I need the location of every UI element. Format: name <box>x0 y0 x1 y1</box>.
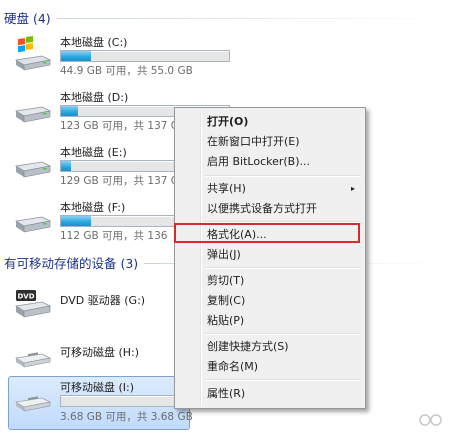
section-divider <box>56 17 444 19</box>
menu-item-cut[interactable]: 剪切(T) <box>203 271 361 291</box>
menu-item-open[interactable]: 打开(O) <box>203 112 361 132</box>
free-space-text: 3.68 GB 可用，共 3.68 GB <box>60 411 193 423</box>
windows-drive-icon <box>14 36 52 71</box>
capacity-fill <box>61 106 78 116</box>
free-space-text: 44.9 GB 可用，共 55.0 GB <box>60 65 193 77</box>
hard-drive-icon <box>14 216 52 233</box>
drive-name: 本地磁盘 (E:) <box>60 146 127 159</box>
menu-separator <box>205 379 361 381</box>
menu-item-create-shortcut[interactable]: 创建快捷方式(S) <box>203 337 361 357</box>
drive-name: 可移动磁盘 (H:) <box>60 346 140 359</box>
drive-c[interactable]: 本地磁盘 (C:) 44.9 GB 可用，共 55.0 GB <box>12 32 242 80</box>
drive-name: DVD 驱动器 (G:) <box>60 294 146 307</box>
drive-name: 本地磁盘 (F:) <box>60 201 126 214</box>
drive-name: 本地磁盘 (C:) <box>60 36 128 49</box>
capacity-fill <box>61 216 92 226</box>
menu-item-share[interactable]: 共享(H) ▸ <box>203 179 361 199</box>
context-menu: 打开(O) 在新窗口中打开(E) 启用 BitLocker(B)... 共享(H… <box>174 107 366 409</box>
submenu-arrow-icon: ▸ <box>350 184 355 193</box>
menu-separator <box>205 221 361 223</box>
hard-disks-header[interactable]: 硬盘 (4) <box>4 6 444 28</box>
capacity-fill <box>61 51 92 61</box>
menu-separator <box>205 175 361 177</box>
menu-item-open-new-window[interactable]: 在新窗口中打开(E) <box>203 132 361 152</box>
free-space-text: 123 GB 可用，共 137 G <box>60 120 179 132</box>
menu-item-rename[interactable]: 重命名(M) <box>203 357 361 377</box>
capacity-fill <box>61 161 72 171</box>
menu-item-bitlocker[interactable]: 启用 BitLocker(B)... <box>203 152 361 172</box>
menu-separator <box>205 333 361 335</box>
menu-gutter <box>200 110 202 406</box>
dvd-badge-text: DVD <box>17 293 34 301</box>
hard-drive-icon <box>14 106 52 123</box>
dvd-drive-icon: DVD <box>14 290 52 318</box>
hard-disks-title: 硬盘 (4) <box>4 10 51 26</box>
menu-item-label: 共享(H) <box>207 182 246 195</box>
menu-item-open-as-portable[interactable]: 以便携式设备方式打开 <box>203 199 361 219</box>
menu-item-paste[interactable]: 粘贴(P) <box>203 311 361 331</box>
removable-drive-icon <box>14 396 52 412</box>
capacity-bar <box>60 50 230 62</box>
menu-item-copy[interactable]: 复制(C) <box>203 291 361 311</box>
watermark-logo <box>419 414 442 426</box>
free-space-text: 112 GB 可用，共 136 <box>60 230 168 242</box>
free-space-text: 129 GB 可用，共 137 G <box>60 175 179 187</box>
menu-item-eject[interactable]: 弹出(J) <box>203 245 361 265</box>
hard-drive-icon <box>14 161 52 178</box>
menu-separator <box>205 267 361 269</box>
drive-name: 可移动磁盘 (I:) <box>60 381 135 394</box>
drive-name: 本地磁盘 (D:) <box>60 91 129 104</box>
menu-item-format[interactable]: 格式化(A)... <box>203 225 361 245</box>
removable-title: 有可移动存储的设备 (3) <box>4 255 139 271</box>
menu-item-properties[interactable]: 属性(R) <box>203 384 361 404</box>
removable-drive-icon <box>14 352 52 368</box>
